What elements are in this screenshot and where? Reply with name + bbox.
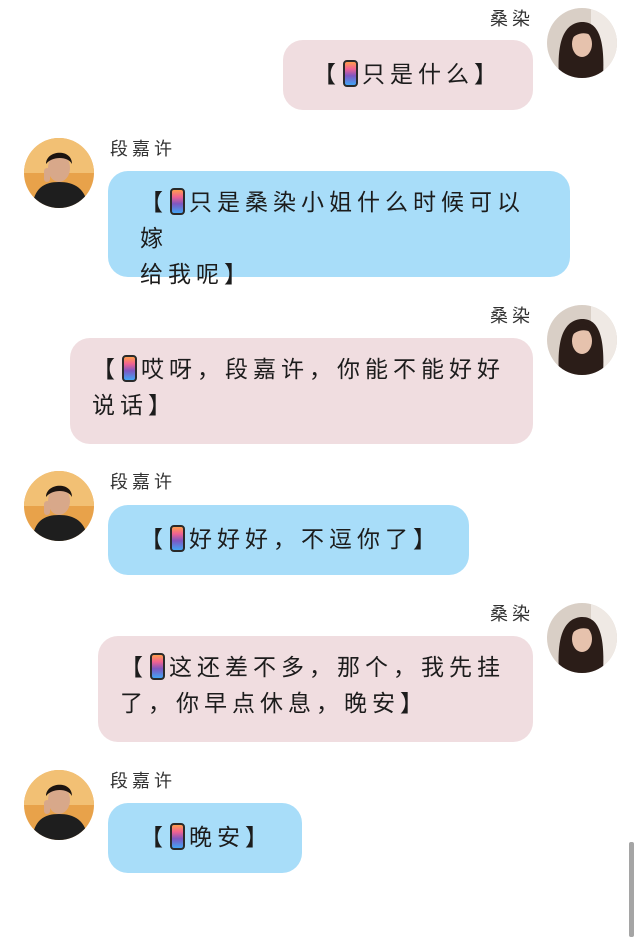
avatar-duanjiaxu[interactable]	[24, 770, 94, 840]
sender-name: 桑染	[490, 306, 534, 327]
phone-icon	[343, 60, 358, 87]
bracket-close: 】	[413, 527, 441, 553]
message-text: 晚安	[189, 825, 245, 851]
avatar-sangran[interactable]	[547, 603, 617, 673]
message-text-line2: 说话	[92, 393, 148, 419]
phone-icon	[170, 823, 185, 850]
message-text: 只是什么	[362, 62, 474, 88]
message-text-line1: 哎呀，段嘉许，你能不能好好	[141, 357, 505, 383]
message-bubble: 【哎呀，段嘉许，你能不能好好 说话】	[70, 338, 533, 444]
bracket-open: 【	[140, 825, 168, 851]
bracket-open: 【	[120, 655, 148, 681]
avatar-sangran[interactable]	[547, 8, 617, 78]
scrollbar[interactable]	[629, 842, 634, 937]
bracket-close: 】	[245, 825, 273, 851]
message-text-line2: 给我呢	[140, 262, 224, 288]
sender-name: 桑染	[490, 604, 534, 625]
message-text-line1: 只是桑染小姐什么时候可以嫁	[140, 190, 525, 252]
avatar-duanjiaxu[interactable]	[24, 138, 94, 208]
bracket-close: 】	[474, 62, 502, 88]
phone-icon	[122, 355, 137, 382]
phone-icon	[170, 525, 185, 552]
bracket-open: 【	[140, 527, 168, 553]
bracket-close: 】	[148, 393, 176, 419]
sender-name: 段嘉许	[110, 139, 176, 160]
phone-icon	[150, 653, 165, 680]
avatar-sangran[interactable]	[547, 305, 617, 375]
message-bubble: 【只是桑染小姐什么时候可以嫁 给我呢】	[108, 171, 570, 288]
sender-name: 桑染	[490, 9, 534, 30]
message-text: 好好好，不逗你了	[189, 527, 413, 553]
message-text-line2: 了，你早点休息，晚安	[120, 691, 400, 717]
sender-name: 段嘉许	[110, 472, 176, 493]
bracket-close: 】	[400, 691, 428, 717]
phone-icon	[170, 188, 185, 215]
bracket-open: 【	[313, 62, 341, 88]
bracket-open: 【	[92, 357, 120, 383]
message-bubble: 【晚安】	[108, 803, 302, 873]
bracket-close: 】	[224, 262, 252, 288]
message-bubble: 【好好好，不逗你了】	[108, 505, 469, 575]
message-bubble: 【只是什么】	[283, 40, 533, 110]
sender-name: 段嘉许	[110, 771, 176, 792]
message-text-line1: 这还差不多，那个，我先挂	[169, 655, 505, 681]
message-bubble: 【这还差不多，那个，我先挂 了，你早点休息，晚安】	[98, 636, 533, 742]
avatar-duanjiaxu[interactable]	[24, 471, 94, 541]
bracket-open: 【	[140, 190, 168, 216]
